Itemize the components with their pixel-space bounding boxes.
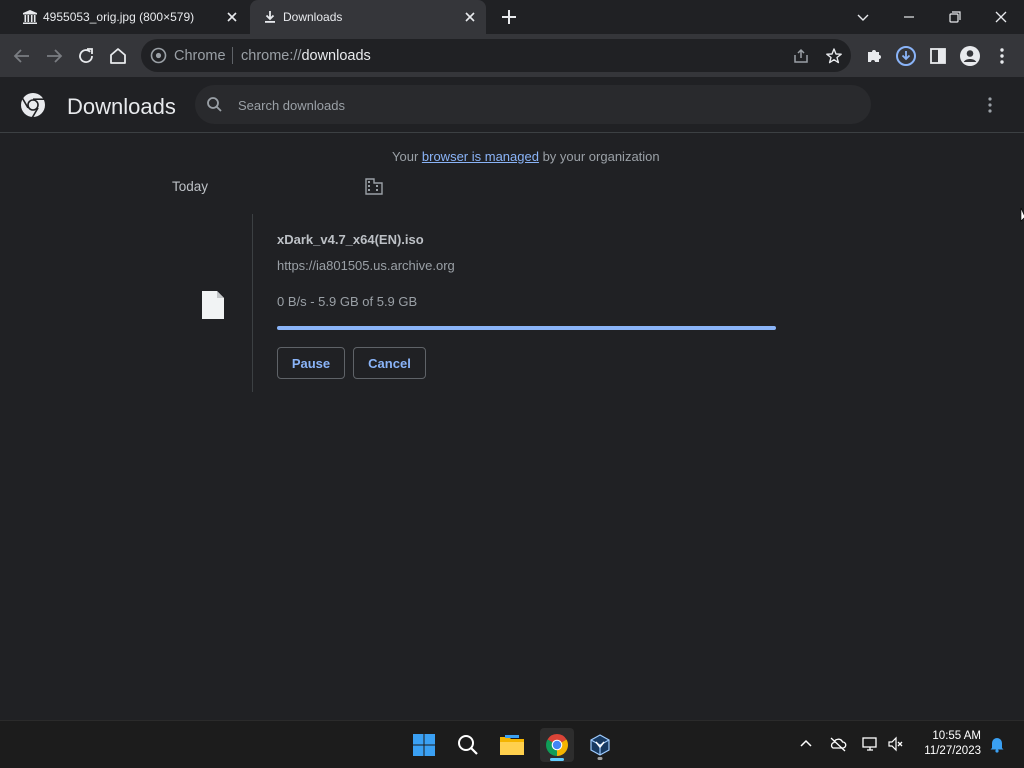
side-panel-icon[interactable] bbox=[927, 45, 949, 67]
volume-muted-icon[interactable] bbox=[887, 735, 905, 753]
chevron-down-icon[interactable] bbox=[852, 6, 874, 28]
clock-time: 10:55 AM bbox=[932, 730, 981, 742]
search-input[interactable] bbox=[238, 95, 838, 115]
bookmark-star-icon[interactable] bbox=[825, 47, 843, 65]
active-indicator bbox=[550, 758, 564, 761]
url-text[interactable]: chrome://downloads bbox=[241, 48, 371, 64]
start-icon[interactable] bbox=[407, 728, 441, 762]
progress-fill bbox=[277, 326, 776, 330]
cancel-button[interactable]: Cancel bbox=[353, 347, 426, 379]
managed-prefix: Your bbox=[392, 148, 422, 164]
chrome-logo-icon bbox=[20, 92, 46, 118]
search-taskbar-icon[interactable] bbox=[451, 728, 485, 762]
downloads-header: Downloads bbox=[0, 77, 1024, 133]
virtualbox-icon[interactable] bbox=[583, 728, 617, 762]
extensions-icon[interactable] bbox=[863, 45, 885, 67]
new-tab-icon[interactable] bbox=[499, 7, 519, 27]
file-name[interactable]: xDark_v4.7_x64(EN).iso bbox=[277, 232, 424, 247]
back-icon[interactable] bbox=[11, 45, 33, 67]
search-box[interactable] bbox=[195, 85, 871, 124]
close-icon[interactable] bbox=[224, 9, 240, 25]
onedrive-offline-icon[interactable] bbox=[829, 735, 847, 753]
site-chip: Chrome bbox=[174, 48, 226, 64]
reload-icon[interactable] bbox=[75, 45, 97, 67]
managed-notice: Your browser is managed by your organiza… bbox=[365, 146, 660, 195]
download-icon bbox=[262, 9, 278, 25]
building-icon bbox=[365, 147, 383, 195]
system-clock[interactable]: 10:55 AM 11/27/2023 bbox=[915, 729, 981, 759]
tab-title: 4955053_orig.jpg (800×579) bbox=[43, 10, 195, 24]
browser-toolbar: Chrome chrome://downloads bbox=[0, 34, 1024, 77]
search-icon bbox=[206, 96, 223, 113]
forward-icon[interactable] bbox=[43, 45, 65, 67]
progress-bar bbox=[277, 326, 776, 330]
chrome-taskbar-icon[interactable] bbox=[540, 728, 574, 762]
section-date: Today bbox=[172, 179, 209, 194]
download-progress-icon[interactable] bbox=[895, 45, 917, 67]
minimize-icon[interactable] bbox=[898, 6, 920, 28]
divider bbox=[252, 214, 253, 392]
url-scheme: chrome:// bbox=[241, 48, 302, 64]
file-source-url[interactable]: https://ia801505.us.archive.org bbox=[277, 258, 455, 273]
clock-date: 11/27/2023 bbox=[924, 745, 981, 757]
address-bar[interactable]: Chrome chrome://downloads bbox=[141, 39, 851, 72]
home-icon[interactable] bbox=[107, 45, 129, 67]
managed-link[interactable]: browser is managed bbox=[422, 149, 539, 164]
close-window-icon[interactable] bbox=[990, 6, 1012, 28]
tab-strip: 4955053_orig.jpg (800×579) Downloads bbox=[0, 0, 1024, 34]
download-status: 0 B/s - 5.9 GB of 5.9 GB bbox=[277, 294, 418, 309]
file-icon bbox=[201, 290, 225, 320]
managed-suffix: by your organization bbox=[538, 148, 660, 164]
running-indicator bbox=[597, 757, 603, 760]
tab-title: Downloads bbox=[283, 10, 343, 24]
chevron-up-icon[interactable] bbox=[797, 735, 815, 753]
url-host: downloads bbox=[301, 48, 371, 64]
download-item: xDark_v4.7_x64(EN).iso https://ia801505.… bbox=[172, 214, 852, 392]
network-icon[interactable] bbox=[861, 735, 879, 753]
pause-button[interactable]: Pause bbox=[277, 347, 345, 379]
menu-icon[interactable] bbox=[991, 45, 1013, 67]
profile-icon[interactable] bbox=[959, 45, 981, 67]
tab-downloads[interactable]: Downloads bbox=[250, 0, 486, 34]
restore-icon[interactable] bbox=[944, 6, 966, 28]
chrome-icon bbox=[150, 47, 167, 64]
share-icon[interactable] bbox=[792, 47, 810, 65]
tab-image[interactable]: 4955053_orig.jpg (800×579) bbox=[10, 0, 248, 34]
mouse-cursor-icon bbox=[1020, 207, 1024, 223]
more-options-icon[interactable] bbox=[981, 95, 999, 115]
page-title: Downloads bbox=[67, 94, 176, 119]
close-icon[interactable] bbox=[462, 9, 478, 25]
file-explorer-icon[interactable] bbox=[495, 728, 529, 762]
archive-building-icon bbox=[22, 9, 38, 25]
divider bbox=[232, 47, 233, 64]
notification-bell-icon[interactable] bbox=[988, 735, 1006, 753]
